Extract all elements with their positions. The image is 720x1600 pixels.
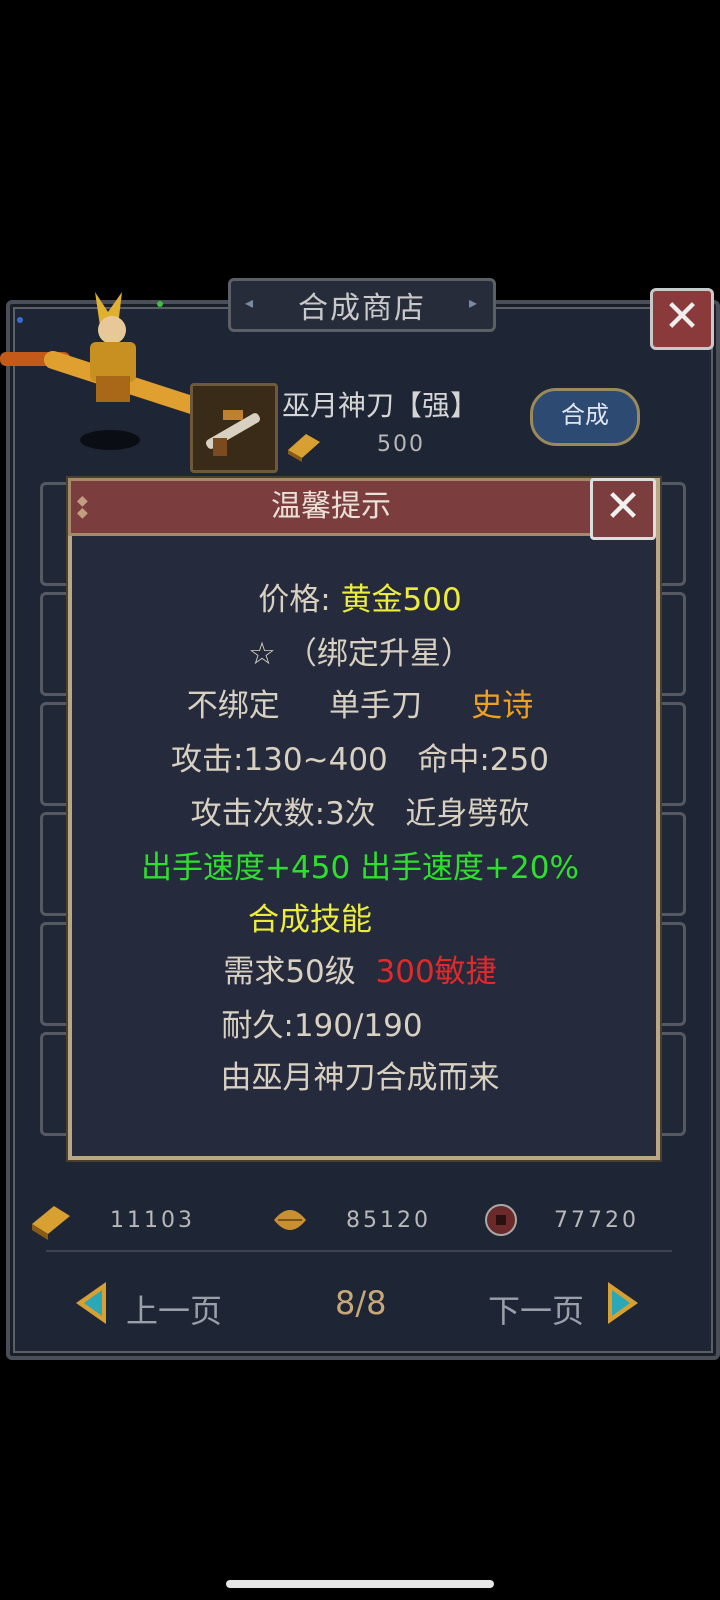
gold-ingot-icon bbox=[288, 434, 320, 462]
requirement-line: 需求50级 300敏捷 bbox=[72, 946, 648, 991]
hit-stat: 命中:250 bbox=[417, 742, 549, 778]
gold-ingot-icon bbox=[32, 1206, 70, 1240]
attack-line: 攻击:130~400 命中:250 bbox=[72, 734, 648, 779]
shop-title: 合成商店 bbox=[298, 291, 426, 326]
currency-leaf: 85120 bbox=[270, 1200, 431, 1240]
tip-close-button[interactable]: ✕ bbox=[590, 478, 656, 540]
price-value: 黄金500 bbox=[340, 582, 462, 618]
source-line: 由巫月神刀合成而来 bbox=[220, 1060, 500, 1096]
title-right-arrow-icon: ▸ bbox=[468, 293, 479, 312]
craft-button[interactable]: 合成 bbox=[530, 388, 640, 446]
tip-header: ◆ ◆ 温馨提示 bbox=[68, 478, 591, 536]
weapon-type: 单手刀 bbox=[329, 688, 422, 724]
leaf-icon bbox=[274, 1210, 306, 1230]
page-indicator: 8/8 bbox=[335, 1284, 387, 1322]
star-line: ☆ （绑定升星） bbox=[248, 636, 472, 672]
divider bbox=[46, 1250, 672, 1252]
currency-leaf-value: 85120 bbox=[346, 1207, 431, 1233]
bonus-line: 出手速度+450 出手速度+20% bbox=[72, 842, 648, 887]
price-label: 价格: bbox=[258, 582, 341, 618]
coin-icon bbox=[485, 1204, 517, 1236]
item-icon[interactable] bbox=[190, 383, 278, 473]
attack-stat: 攻击:130~400 bbox=[171, 742, 388, 778]
home-indicator[interactable] bbox=[226, 1580, 494, 1588]
next-page-arrow-icon[interactable] bbox=[606, 1280, 642, 1326]
req-agility: 300敏捷 bbox=[375, 954, 497, 990]
bonus-speed-percent: 出手速度+20% bbox=[360, 850, 579, 886]
item-price: 500 bbox=[377, 432, 425, 457]
attack-count: 攻击次数:3次 bbox=[190, 796, 376, 832]
blade-icon bbox=[205, 410, 261, 456]
durability: 耐久:190/190 bbox=[221, 1008, 423, 1044]
title-left-arrow-icon: ◂ bbox=[245, 293, 256, 312]
header-diamond-icon: ◆ ◆ bbox=[77, 493, 88, 521]
attack-style: 近身劈砍 bbox=[405, 796, 530, 832]
currency-gold-value: 11103 bbox=[110, 1207, 195, 1233]
next-page-button[interactable]: 下一页 bbox=[488, 1286, 584, 1332]
skill-line: 合成技能 bbox=[248, 902, 372, 938]
price-line: 价格: 黄金500 bbox=[72, 574, 648, 619]
item-name: 巫月神刀【强】 bbox=[282, 389, 479, 422]
shop-close-button[interactable]: ✕ bbox=[650, 288, 714, 350]
type-line: 不绑定 单手刀 史诗 bbox=[72, 680, 648, 725]
attack-count-line: 攻击次数:3次 近身劈砍 bbox=[72, 788, 648, 833]
currency-coin-value: 77720 bbox=[554, 1207, 639, 1233]
prev-page-button[interactable]: 上一页 bbox=[126, 1286, 222, 1332]
bonus-speed-flat: 出手速度+450 bbox=[141, 850, 351, 886]
tip-title: 温馨提示 bbox=[271, 489, 391, 524]
bind-status: 不绑定 bbox=[186, 688, 280, 724]
prev-page-arrow-icon[interactable] bbox=[72, 1280, 108, 1326]
req-level: 需求50级 bbox=[223, 954, 356, 990]
shop-title-bar: ◂ 合成商店 ▸ bbox=[228, 278, 496, 332]
currency-coin: 77720 bbox=[484, 1200, 639, 1240]
quality-badge: 史诗 bbox=[471, 688, 534, 724]
currency-gold: 11103 bbox=[28, 1200, 195, 1240]
